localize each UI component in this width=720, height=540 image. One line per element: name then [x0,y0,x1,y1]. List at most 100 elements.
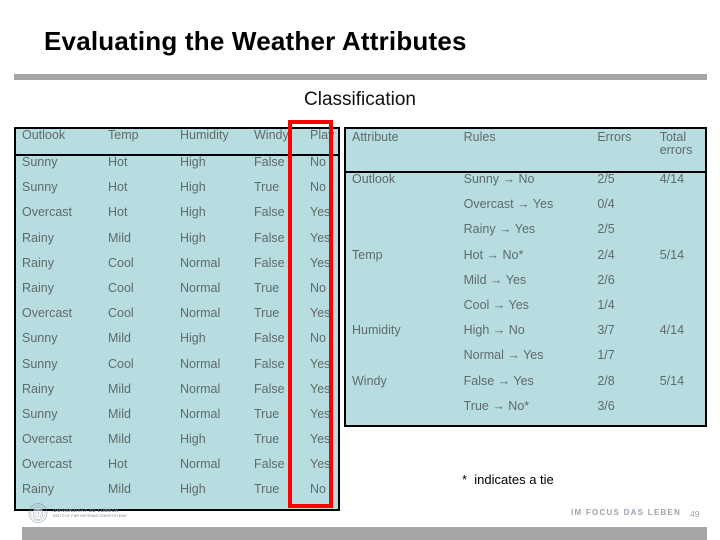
cell-attribute [345,400,458,426]
table-header-row: Outlook Temp Humidity Windy Play [15,128,339,156]
cell-play: Yes [310,230,331,245]
cell-windy: False [254,356,285,371]
cell-play: Yes [310,406,331,421]
table-row: Sunny Mild Normal True Yes [15,408,339,433]
cell-humidity: High [180,205,206,220]
cell-errors: 2/4 [597,247,615,262]
cell-temp: Mild [108,381,131,396]
cell-windy: False [254,381,285,396]
cell-windy: False [254,331,285,346]
cell-total-errors [654,400,706,426]
cell-play: Yes [310,356,331,371]
cell-outlook: Overcast [22,205,73,220]
cell-windy: True [254,180,280,195]
table-row: Cool → Yes 1/4 [345,299,706,324]
university-logo-text: UNIVERSITÄT ZU LÜBECK INSTITUT FÜR INFOR… [53,508,127,518]
cell-outlook: Overcast [22,432,73,447]
cell-temp: Hot [108,155,128,169]
cell-temp: Hot [108,457,128,472]
cell-play: Yes [310,432,331,447]
column-header-temp: Temp [102,128,174,156]
cell-play: No [310,331,326,346]
column-header-play: Play [304,128,339,156]
table-row: Overcast Hot High False Yes [15,206,339,231]
cell-temp: Hot [108,180,128,195]
university-crest-icon [28,503,48,523]
column-header-attribute: Attribute [345,128,458,173]
cell-attribute [345,198,458,223]
cell-total-errors: 4/14 [659,323,685,338]
cell-humidity: High [180,331,206,346]
cell-outlook: Rainy [22,230,54,245]
cell-play: Yes [310,381,331,396]
cell-temp: Mild [108,432,131,447]
title-divider [14,74,707,80]
cell-rule: Mild → Yes [463,272,527,287]
weather-data-table: Outlook Temp Humidity Windy Play Sunny Ho… [14,127,340,511]
cell-play: No [310,155,326,169]
institute-name: INSTITUT FÜR INFORMATIONSSYSTEME [53,514,127,518]
cell-temp: Mild [108,331,131,346]
cell-total-errors [654,223,706,248]
table-row: Sunny Cool Normal False Yes [15,356,339,383]
cell-total-errors: 5/14 [659,373,685,388]
table-row: Temp Hot → No* 2/4 5/14 [345,247,706,274]
table-row: Rainy → Yes 2/5 [345,223,706,248]
cell-windy: True [254,306,280,321]
page-number: 49 [690,509,700,519]
cell-attribute [345,223,458,248]
cell-rule: Overcast → Yes [463,197,554,212]
cell-humidity: Normal [180,457,221,472]
cell-errors: 3/6 [597,398,615,413]
cell-errors: 2/5 [597,222,615,237]
cell-humidity: Normal [180,280,221,295]
cell-humidity: High [180,482,206,497]
cell-rule: High → No [463,323,525,338]
column-header-windy: Windy [248,128,304,156]
table-row: Rainy Cool Normal True No [15,282,339,307]
cell-attribute: Temp [352,247,383,262]
tie-footnote-star: * [462,472,468,487]
cell-rule: False → Yes [463,373,534,388]
table-row: Rainy Mild Normal False Yes [15,381,339,408]
table-row: Overcast Hot Normal False Yes [15,458,339,483]
rules-header-row: Attribute Rules Errors Total errors [345,128,706,173]
cell-windy: False [254,457,285,472]
cell-errors: 1/7 [597,348,615,363]
footer-slogan: IM FOCUS DAS LEBEN [571,508,682,517]
cell-play: No [310,482,326,497]
cell-play: No [310,180,326,195]
cell-humidity: High [180,180,206,195]
column-header-rules: Rules [457,128,592,173]
cell-temp: Cool [108,356,134,371]
cell-total-errors [654,299,706,324]
cell-temp: Mild [108,406,131,421]
cell-humidity: Normal [180,406,221,421]
cell-rule: Normal → Yes [463,348,544,363]
cell-windy: False [254,230,285,245]
cell-rule: Hot → No* [463,247,524,262]
cell-windy: False [254,255,285,270]
cell-play: Yes [310,306,331,321]
table-row: Windy False → Yes 2/8 5/14 [345,373,706,400]
cell-temp: Hot [108,205,128,220]
table-row: Sunny Hot High False No [15,155,339,181]
page-title: Evaluating the Weather Attributes [44,26,467,56]
cell-attribute [345,349,458,374]
cell-windy: False [254,205,285,220]
cell-humidity: High [180,155,206,169]
cell-outlook: Sunny [22,155,58,169]
cell-errors: 0/4 [597,197,615,212]
cell-total-errors [654,198,706,223]
column-header-errors: Errors [591,128,654,173]
cell-errors: 2/5 [597,172,615,186]
cell-temp: Mild [108,230,131,245]
cell-humidity: Normal [180,356,221,371]
table-row: Rainy Cool Normal False Yes [15,255,339,282]
cell-temp: Cool [108,306,134,321]
cell-errors: 1/4 [597,297,615,312]
cell-attribute: Windy [352,373,387,388]
cell-errors: 2/6 [597,272,615,287]
cell-humidity: Normal [180,255,221,270]
cell-humidity: Normal [180,306,221,321]
